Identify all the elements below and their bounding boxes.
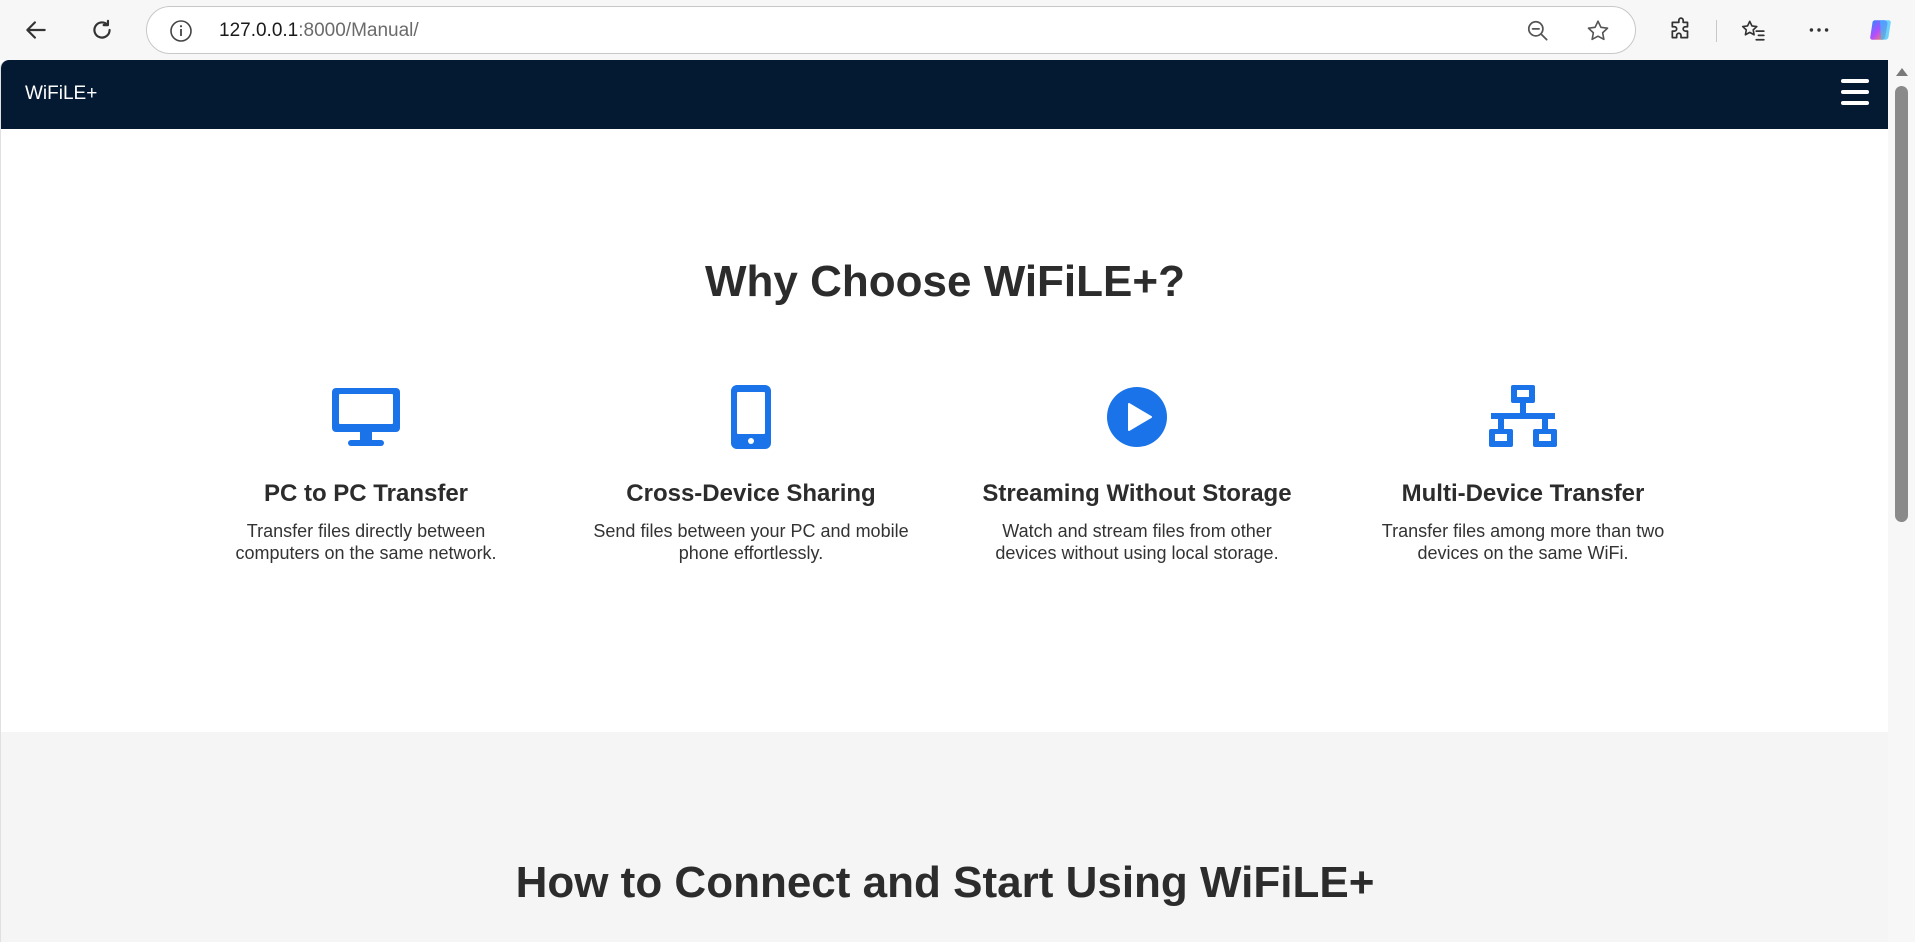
extensions-icon[interactable] <box>1666 15 1696 45</box>
feature-description: Transfer files directly between computer… <box>235 521 497 563</box>
url-text[interactable]: 127.0.0.1:8000/Manual/ <box>219 20 419 42</box>
desktop-monitor-icon <box>332 388 400 446</box>
favorite-star-icon[interactable] <box>1585 18 1611 44</box>
feature-description: Transfer files among more than two devic… <box>1381 521 1665 563</box>
play-circle-icon <box>1107 387 1167 447</box>
favorites-list-icon[interactable] <box>1738 15 1768 45</box>
toolbar-divider <box>1716 20 1717 42</box>
scroll-up-arrow-icon[interactable] <box>1896 68 1908 76</box>
feature-card: Cross-Device Sharing Send files between … <box>591 379 911 564</box>
feature-title: PC to PC Transfer <box>263 480 469 507</box>
feature-title: Multi-Device Transfer <box>1401 480 1645 507</box>
network-icon <box>1489 385 1557 447</box>
page-scrollbar[interactable] <box>1888 60 1915 942</box>
app-navbar: WiFiLE+ <box>1 60 1888 129</box>
feature-description: Send files between your PC and mobile ph… <box>593 521 909 563</box>
url-host: 127.0.0.1 <box>219 20 299 41</box>
info-icon[interactable] <box>169 19 193 43</box>
browser-toolbar: 127.0.0.1:8000/Manual/ <box>0 0 1915 60</box>
back-arrow-icon[interactable] <box>16 10 56 50</box>
more-options-icon[interactable] <box>1804 15 1834 45</box>
copilot-icon[interactable] <box>1866 15 1896 45</box>
page-viewport: WiFiLE+ Why Choose WiFiLE+? PC to PC Tra… <box>0 60 1888 942</box>
reload-icon[interactable] <box>82 10 122 50</box>
feature-title: Streaming Without Storage <box>982 480 1292 507</box>
feature-title: Cross-Device Sharing <box>626 480 876 507</box>
brand-logo[interactable]: WiFiLE+ <box>25 83 97 105</box>
scrollbar-thumb[interactable] <box>1895 86 1908 522</box>
hamburger-menu-icon[interactable] <box>1841 79 1869 105</box>
feature-card: Multi-Device Transfer Transfer files amo… <box>1363 379 1683 564</box>
feature-card: PC to PC Transfer Transfer files directl… <box>206 379 526 564</box>
how-to-connect-heading: How to Connect and Start Using WiFiLE+ <box>515 858 1375 907</box>
feature-description: Watch and stream files from other device… <box>995 521 1279 563</box>
address-bar[interactable]: 127.0.0.1:8000/Manual/ <box>146 6 1636 54</box>
why-choose-section: Why Choose WiFiLE+? PC to PC Transfer Tr… <box>1 129 1888 732</box>
mobile-phone-icon <box>731 385 771 449</box>
feature-card: Streaming Without Storage Watch and stre… <box>977 379 1297 564</box>
how-to-connect-section: How to Connect and Start Using WiFiLE+ <box>1 732 1888 942</box>
url-path: :8000/Manual/ <box>298 20 419 41</box>
zoom-out-icon[interactable] <box>1525 18 1551 44</box>
why-choose-heading: Why Choose WiFiLE+? <box>705 257 1185 306</box>
